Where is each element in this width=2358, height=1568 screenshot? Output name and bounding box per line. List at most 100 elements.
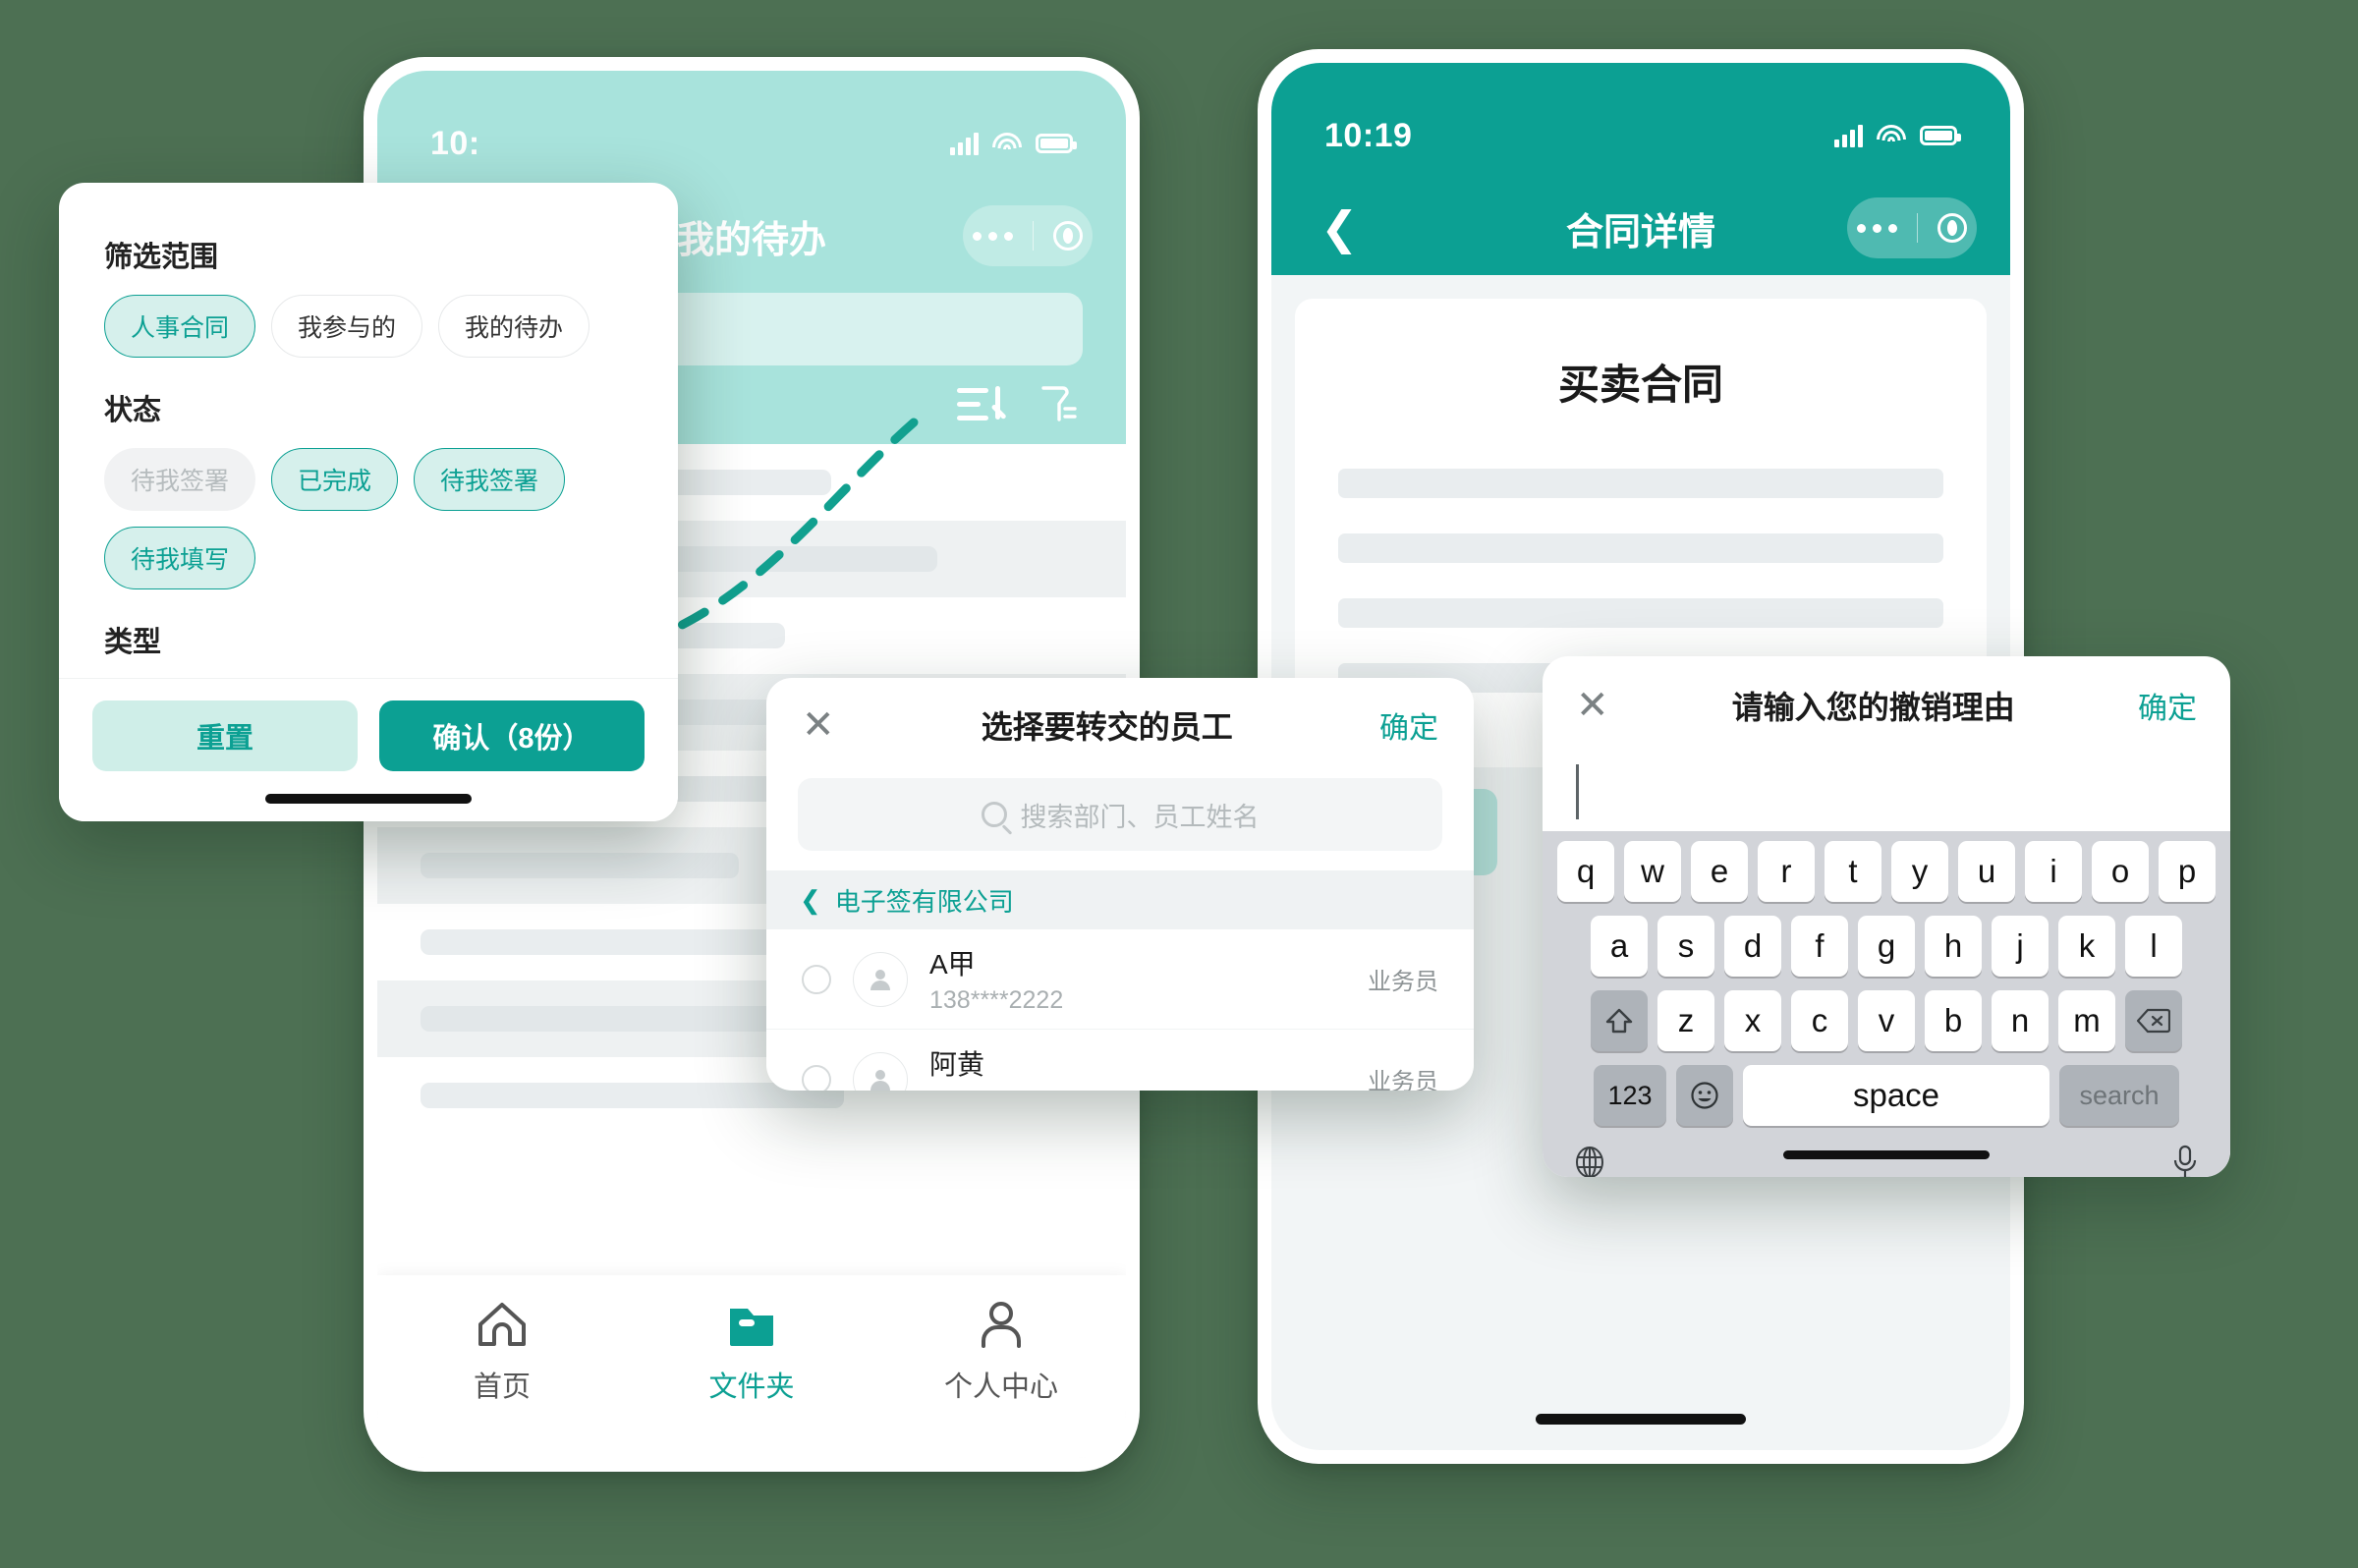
section-title-scope: 筛选范围 <box>104 242 219 273</box>
employee-row[interactable]: 阿黄 138****2222 业务员 <box>766 1030 1474 1091</box>
shift-icon[interactable] <box>1591 990 1648 1051</box>
close-icon[interactable]: ✕ <box>1576 686 1609 725</box>
employee-search-input[interactable]: 搜索部门、员工姓名 <box>798 778 1442 851</box>
chip-status-0: 待我签署 <box>104 448 256 511</box>
keyboard-row-3: z x c v b n m <box>1550 990 2222 1051</box>
right-header: 10:19 ❮ 合同详情 <box>1271 63 2010 275</box>
folder-icon <box>730 1309 773 1346</box>
key-t[interactable]: t <box>1825 841 1881 902</box>
key-search[interactable]: search <box>2059 1065 2179 1126</box>
right-nav-bar: ❮ 合同详情 <box>1271 181 2010 275</box>
radio-icon[interactable] <box>802 964 831 994</box>
tab-home[interactable]: 首页 <box>414 1301 590 1405</box>
doc-placeholder-line <box>1338 598 1943 628</box>
home-indicator <box>1783 1150 1990 1159</box>
backspace-icon[interactable] <box>2125 990 2182 1051</box>
tab-label: 个人中心 <box>943 1372 1058 1403</box>
key-k[interactable]: k <box>2058 916 2115 977</box>
text-cursor <box>1576 764 1579 819</box>
doc-placeholder-line <box>1338 533 1943 563</box>
capsule-divider <box>1033 221 1034 251</box>
key-f[interactable]: f <box>1791 916 1848 977</box>
more-dots-icon[interactable] <box>973 231 1013 241</box>
breadcrumb-label: 电子签有限公司 <box>834 886 1014 917</box>
key-a[interactable]: a <box>1591 916 1648 977</box>
search-icon <box>981 802 1007 827</box>
confirm-button[interactable]: 确认（8份） <box>379 700 645 771</box>
key-u[interactable]: u <box>1958 841 2015 902</box>
key-y[interactable]: y <box>1891 841 1948 902</box>
filter-panel-scroll: 筛选范围 人事合同 我参与的 我的待办 状态 待我签署 已完成 待我签署 待我填… <box>59 183 678 821</box>
chip-status-1[interactable]: 已完成 <box>271 448 399 511</box>
tab-label: 首页 <box>473 1372 531 1403</box>
target-icon[interactable] <box>1053 221 1083 251</box>
chip-scope-2[interactable]: 我的待办 <box>438 295 590 358</box>
key-j[interactable]: j <box>1992 916 2049 977</box>
capsule-divider <box>1917 213 1918 243</box>
key-o[interactable]: o <box>2092 841 2149 902</box>
confirm-button[interactable]: 确定 <box>2138 684 2197 727</box>
transfer-employee-modal: ✕ 选择要转交的员工 确定 搜索部门、员工姓名 ❮ 电子签有限公司 A甲 138… <box>766 678 1474 1091</box>
reset-button[interactable]: 重置 <box>92 700 358 771</box>
radio-icon[interactable] <box>802 1064 831 1091</box>
status-time: 10:19 <box>1324 116 1413 154</box>
home-icon <box>478 1303 526 1346</box>
employee-meta: A甲 138****2222 <box>929 943 1346 1015</box>
key-n[interactable]: n <box>1992 990 2049 1051</box>
chip-scope-1[interactable]: 我参与的 <box>271 295 423 358</box>
battery-icon <box>1920 126 1961 145</box>
onscreen-keyboard: q w e r t y u i o p a s d f g h j k l z … <box>1543 831 2230 1177</box>
key-r[interactable]: r <box>1758 841 1815 902</box>
tab-label: 文件夹 <box>708 1372 795 1403</box>
key-numbers[interactable]: 123 <box>1594 1065 1666 1126</box>
key-m[interactable]: m <box>2058 990 2115 1051</box>
key-h[interactable]: h <box>1925 916 1982 977</box>
back-button[interactable]: ❮ <box>1305 205 1375 251</box>
mini-program-capsule[interactable] <box>963 205 1093 266</box>
chip-status-2[interactable]: 待我签署 <box>414 448 566 511</box>
breadcrumb[interactable]: ❮ 电子签有限公司 <box>766 870 1474 929</box>
home-indicator <box>1536 1414 1746 1425</box>
chip-scope-0[interactable]: 人事合同 <box>104 295 256 358</box>
sort-icon[interactable] <box>957 384 1002 425</box>
left-status-bar: 10: <box>377 71 1126 189</box>
status-time: 10: <box>430 124 480 162</box>
key-q[interactable]: q <box>1557 841 1614 902</box>
key-s[interactable]: s <box>1657 916 1714 977</box>
section-title-type: 类型 <box>104 627 162 658</box>
key-z[interactable]: z <box>1657 990 1714 1051</box>
key-c[interactable]: c <box>1791 990 1848 1051</box>
key-b[interactable]: b <box>1925 990 1982 1051</box>
key-i[interactable]: i <box>2025 841 2082 902</box>
chip-status-3[interactable]: 待我填写 <box>104 527 256 589</box>
microphone-icon[interactable] <box>2169 1144 2201 1177</box>
target-icon[interactable] <box>1937 213 1967 243</box>
emoji-icon[interactable] <box>1676 1065 1733 1126</box>
keyboard-row-1: q w e r t y u i o p <box>1550 841 2222 902</box>
employee-row[interactable]: A甲 138****2222 业务员 <box>766 929 1474 1030</box>
key-w[interactable]: w <box>1624 841 1681 902</box>
home-indicator <box>265 794 472 804</box>
employee-phone: 138****2222 <box>929 1087 1346 1091</box>
globe-icon[interactable] <box>1572 1145 1607 1177</box>
filter-icon[interactable] <box>1036 382 1079 427</box>
key-g[interactable]: g <box>1858 916 1915 977</box>
tab-folder[interactable]: 文件夹 <box>663 1301 840 1405</box>
key-x[interactable]: x <box>1724 990 1781 1051</box>
revoke-reason-modal: ✕ 请输入您的撤销理由 确定 q w e r t y u i o p a s d <box>1543 656 2230 1177</box>
filter-panel: 筛选范围 人事合同 我参与的 我的待办 状态 待我签署 已完成 待我签署 待我填… <box>59 183 678 821</box>
key-v[interactable]: v <box>1858 990 1915 1051</box>
key-e[interactable]: e <box>1691 841 1748 902</box>
key-p[interactable]: p <box>2159 841 2216 902</box>
confirm-button[interactable]: 确定 <box>1379 703 1438 747</box>
contract-title: 买卖合同 <box>1557 362 1723 408</box>
wifi-icon <box>992 133 1022 154</box>
tab-profile[interactable]: 个人中心 <box>913 1301 1090 1405</box>
key-space[interactable]: space <box>1743 1065 2049 1126</box>
key-d[interactable]: d <box>1724 916 1781 977</box>
close-icon[interactable]: ✕ <box>802 705 835 745</box>
mini-program-capsule[interactable] <box>1847 197 1977 258</box>
key-l[interactable]: l <box>2125 916 2182 977</box>
more-dots-icon[interactable] <box>1857 223 1897 233</box>
chevron-left-icon: ❮ <box>800 884 821 915</box>
